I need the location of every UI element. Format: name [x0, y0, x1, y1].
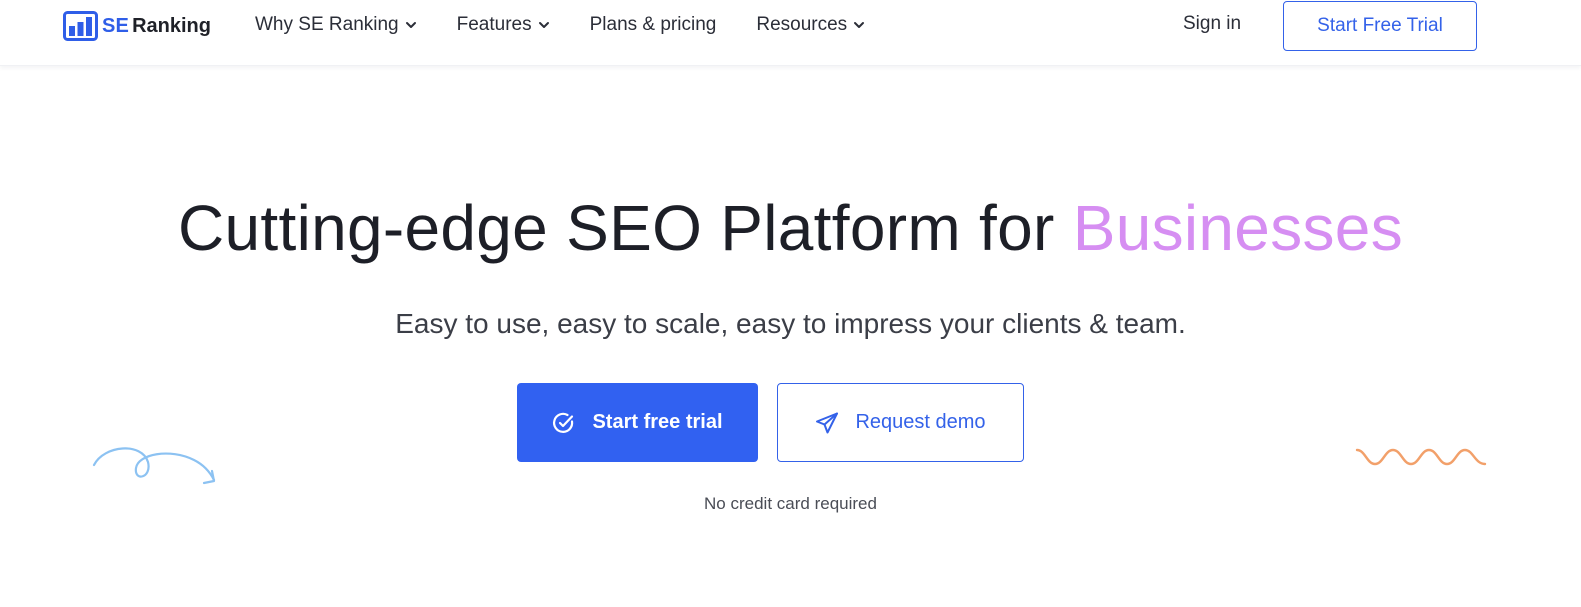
bar-chart-logo-icon: [63, 11, 98, 41]
curly-arrow-doodle-icon: [92, 447, 216, 485]
check-circle-icon: [553, 412, 574, 433]
logo[interactable]: SE Ranking: [63, 11, 211, 41]
sign-in-link[interactable]: Sign in: [1183, 13, 1241, 35]
hero-title-accent: Businesses: [1072, 192, 1403, 264]
chevron-down-icon: [538, 22, 549, 28]
nav-item-resources[interactable]: Resources: [756, 14, 865, 36]
hero-subtitle: Easy to use, easy to scale, easy to impr…: [395, 308, 1186, 339]
chevron-down-icon: [405, 22, 416, 28]
chevron-down-icon: [854, 22, 865, 28]
wavy-line-doodle-icon: [1355, 448, 1487, 466]
start-free-trial-button[interactable]: Start free trial: [517, 383, 758, 462]
main-nav: Why SE Ranking Features Plans & pricing …: [255, 12, 905, 38]
hero-title-main: Cutting-edge SEO Platform for: [178, 192, 1073, 264]
paper-plane-icon: [816, 412, 839, 433]
nav-item-label: Resources: [756, 14, 848, 35]
start-free-trial-header-button[interactable]: Start Free Trial: [1283, 1, 1477, 51]
nav-item-label: Why SE Ranking: [255, 14, 399, 35]
request-demo-label: Request demo: [855, 411, 986, 433]
hero-title: Cutting-edge SEO Platform for Businesses: [0, 188, 1581, 268]
nav-item-features[interactable]: Features: [457, 14, 550, 36]
logo-text-se: SE: [102, 14, 130, 37]
site-header: SE Ranking Why SE Ranking Features Plans…: [0, 0, 1581, 66]
nav-item-label: Features: [456, 14, 532, 35]
nav-item-why-se-ranking[interactable]: Why SE Ranking: [255, 14, 417, 36]
nav-item-label: Plans & pricing: [589, 14, 717, 35]
nav-item-plans-pricing[interactable]: Plans & pricing: [590, 14, 717, 36]
logo-text-ranking: Ranking: [132, 14, 211, 37]
request-demo-button[interactable]: Request demo: [777, 383, 1024, 462]
no-credit-card-note: No credit card required: [704, 494, 877, 513]
start-free-trial-label: Start free trial: [592, 411, 723, 433]
